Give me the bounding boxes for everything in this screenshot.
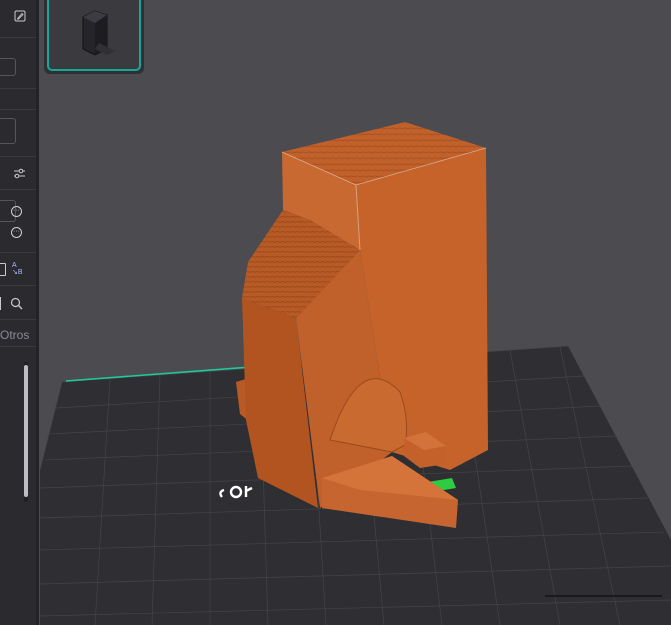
model-preview-icon bbox=[82, 10, 115, 56]
sidebar-row bbox=[0, 88, 36, 110]
3d-viewport[interactable] bbox=[40, 80, 671, 625]
tab-divider bbox=[0, 346, 36, 347]
selected-object-thumbnail[interactable] bbox=[47, 0, 141, 71]
sidebar-row-tools: A ↘B bbox=[0, 252, 36, 286]
sidebar-row-settings bbox=[0, 156, 36, 190]
object-thumbnail-card[interactable] bbox=[44, 0, 144, 74]
sliders-icon[interactable] bbox=[13, 167, 26, 180]
edit-icon[interactable] bbox=[14, 10, 26, 22]
left-sidebar-panel: ··· ··· A ↘B Otros bbox=[0, 0, 37, 625]
3d-model[interactable] bbox=[236, 122, 488, 528]
divider bbox=[0, 297, 1, 310]
more-options-icon[interactable]: ··· bbox=[11, 227, 22, 238]
search-icon[interactable] bbox=[10, 297, 23, 310]
sidebar-field[interactable] bbox=[0, 58, 16, 76]
copy-icon[interactable] bbox=[0, 263, 6, 276]
more-options-icon[interactable]: ··· bbox=[11, 206, 22, 217]
panel-splitter[interactable] bbox=[36, 0, 39, 625]
sidebar-row-edit bbox=[0, 0, 36, 38]
tab-otros[interactable]: Otros bbox=[0, 328, 29, 342]
rename-icon[interactable]: A ↘B bbox=[12, 262, 23, 276]
sidebar-input[interactable] bbox=[0, 118, 16, 144]
sidebar-row-search bbox=[0, 288, 36, 320]
scrollbar-thumb[interactable] bbox=[24, 365, 28, 497]
